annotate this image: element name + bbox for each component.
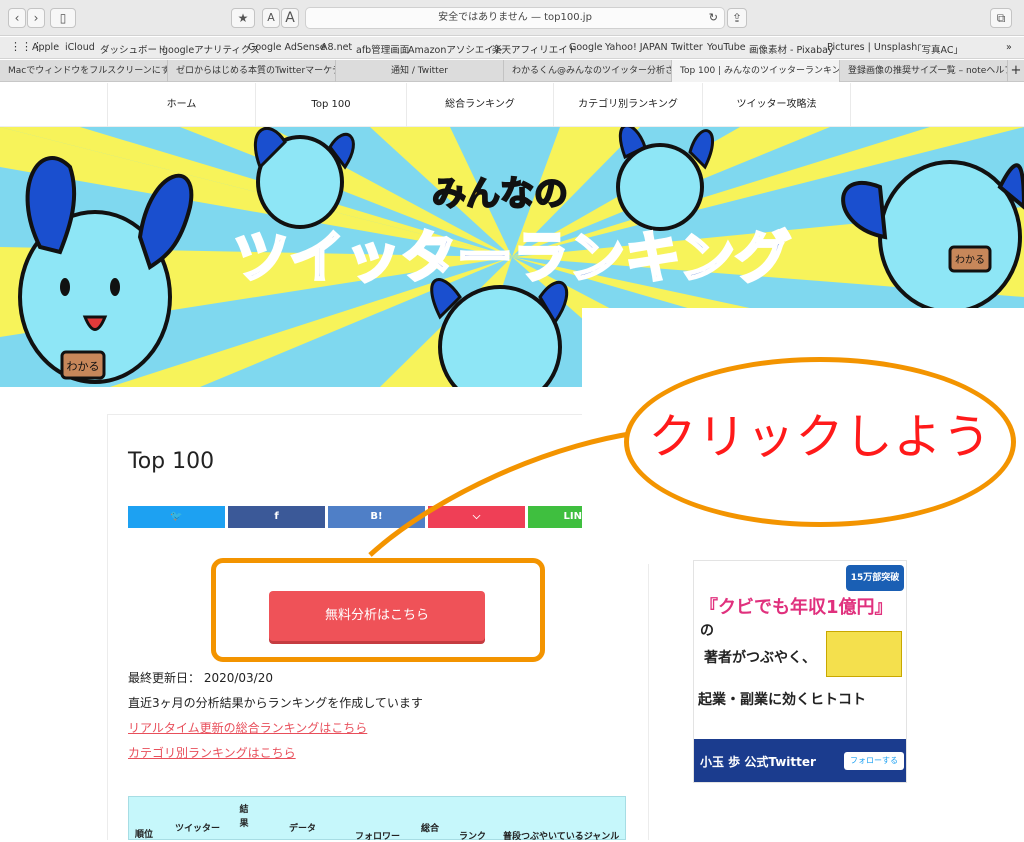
hatena-share-button[interactable]: B!	[328, 506, 425, 528]
bookmark-item[interactable]: 画像素材 - Pixabay	[749, 42, 834, 56]
browser-tab[interactable]: わかるくん@みんなのツイッター分析さん (@…	[504, 60, 672, 82]
tab-bar: Macでウィンドウをフルスクリーンにする方… ゼロからはじめる本質のTwitte…	[0, 60, 1024, 82]
th-rank: 順位	[135, 830, 154, 840]
line-share-button[interactable]: LIN	[528, 506, 582, 528]
browser-toolbar: ‹ › ▯ ★ A A 安全ではありません — top100.jp ↻ ⇪ ⧉	[0, 0, 1024, 36]
bookmark-item[interactable]: afb管理画面	[356, 42, 409, 56]
reader-icon[interactable]: ★	[231, 8, 255, 28]
sidebar-divider	[648, 564, 649, 840]
sidebar-ad[interactable]: 15万部突破 『クビでも年収1億円』の 著者がつぶやく、 起業・副業に効くヒトコ…	[693, 560, 907, 783]
page-title: Top 100	[128, 449, 215, 474]
ad-headline-part3: の	[700, 623, 714, 639]
forward-button[interactable]: ›	[27, 8, 45, 28]
bookmark-item[interactable]: 楽天アフィリエイト	[492, 42, 577, 56]
banner-title-large: ツイッターランキング	[233, 226, 791, 291]
reload-icon[interactable]: ↻	[709, 8, 718, 28]
ad-badge: 15万部突破	[846, 565, 904, 591]
bookmark-item[interactable]: iCloud	[65, 42, 95, 53]
bookmark-item[interactable]: googleアナリティクス	[162, 42, 260, 56]
address-text: 安全ではありません — top100.jp	[438, 12, 592, 23]
facebook-icon: f	[274, 511, 279, 522]
th-result: 結果	[239, 805, 249, 829]
nav-home[interactable]: ホーム	[107, 83, 255, 127]
mascot-tag-left: わかる	[67, 360, 100, 373]
category-ranking-link[interactable]: カテゴリ別ランキングはこちら	[128, 744, 296, 761]
annotation-text: クリックしよう	[648, 409, 992, 465]
nav-overall-ranking[interactable]: 総合ランキング	[406, 83, 553, 127]
tab-overview-icon[interactable]: ⧉	[990, 8, 1012, 28]
font-small-button[interactable]: A	[262, 8, 280, 28]
banner-title-small: みんなの	[432, 174, 568, 214]
last-updated: 最終更新日： 2020/03/20	[128, 671, 273, 685]
new-tab-button[interactable]: +	[1008, 60, 1024, 82]
font-large-button[interactable]: A	[281, 8, 299, 28]
bookmark-item[interactable]: Apple	[32, 42, 59, 53]
bookmark-item[interactable]: Amazonアソシエイト	[408, 42, 503, 56]
address-bar[interactable]: 安全ではありません — top100.jp ↻	[305, 7, 725, 29]
bookmarks-bar: ⋮⋮⋮ Apple iCloud ダッシュボード googleアナリティクス G…	[0, 37, 1024, 59]
twitter-icon: 🐦	[170, 511, 183, 522]
th-overall: 総合	[421, 824, 440, 834]
ad-books	[826, 631, 902, 677]
bookmark-item[interactable]: YouTube	[707, 42, 746, 53]
mascot-bottom	[430, 278, 569, 387]
bookmark-item[interactable]: Twitter	[671, 42, 703, 53]
th-followers: フォロワー	[355, 832, 401, 842]
browser-tab[interactable]: ゼロからはじめる本質のTwitterマーケティン…	[168, 60, 336, 82]
back-button[interactable]: ‹	[8, 8, 26, 28]
pocket-icon: ⌵	[472, 511, 481, 522]
bookmark-item[interactable]: 「写真AC」	[912, 42, 963, 56]
site-navigation: ホーム Top 100 総合ランキング カテゴリ別ランキング ツイッター攻略法	[0, 83, 1024, 127]
follow-button[interactable]: フォローする	[844, 752, 904, 770]
browser-tab[interactable]: 通知 / Twitter	[336, 60, 504, 82]
nav-top100[interactable]: Top 100	[255, 83, 406, 127]
nav-twitter-strategy[interactable]: ツイッター攻略法	[702, 83, 851, 127]
browser-tab[interactable]: 登録画像の推奨サイズ一覧 – noteヘルプセ…	[840, 60, 1008, 82]
ad-headline-part1: 『クビでも	[700, 597, 790, 618]
twitter-share-button[interactable]: 🐦	[128, 506, 225, 528]
share-icon[interactable]: ⇪	[727, 8, 747, 28]
ad-line3: 起業・副業に効くヒトコト	[698, 692, 866, 708]
more-bookmarks-icon[interactable]: »	[1006, 42, 1012, 53]
facebook-share-button[interactable]: f	[228, 506, 325, 528]
th-genre: 普段つぶやいているジャンル	[503, 832, 620, 842]
bookmark-item[interactable]: Google AdSense	[248, 42, 326, 53]
ad-headline-part2: 年収1億円』	[790, 597, 893, 618]
th-twitter: ツイッター	[175, 824, 221, 834]
browser-tab-active[interactable]: Top 100 | みんなのツイッターランキング	[672, 60, 840, 82]
nav-category-ranking[interactable]: カテゴリ別ランキング	[553, 83, 702, 127]
annotation-highlight-box	[211, 558, 545, 662]
realtime-ranking-link[interactable]: リアルタイム更新の総合ランキングはこちら	[128, 719, 367, 736]
mascot-tag-right: わかる	[955, 254, 985, 266]
ad-footer-text: 小玉 歩 公式Twitter	[700, 755, 816, 769]
bookmark-item[interactable]: Google	[569, 42, 603, 53]
ranking-table-header: 順位 ツイッター 結果 データ フォロワー 総合 ランク 普段つぶやいているジャ…	[128, 796, 626, 842]
ad-footer: 小玉 歩 公式Twitter フォローする	[694, 739, 906, 782]
bookmark-item[interactable]: A8.net	[321, 42, 352, 53]
th-data: データ	[289, 824, 317, 834]
bookmark-item[interactable]: Yahoo! JAPAN	[605, 42, 668, 53]
th-rank2: ランク	[459, 832, 487, 842]
ranking-description: 直近3ヶ月の分析結果からランキングを作成しています	[128, 696, 423, 710]
bookmark-item[interactable]: Pictures | Unsplash	[827, 42, 917, 53]
pocket-share-button[interactable]: ⌵	[428, 506, 525, 528]
browser-tab[interactable]: Macでウィンドウをフルスクリーンにする方…	[0, 60, 168, 82]
sidebar-icon[interactable]: ▯	[50, 8, 76, 28]
bookmark-item[interactable]: ダッシュボード	[100, 42, 167, 56]
ad-line2: 著者がつぶやく、	[704, 650, 816, 666]
